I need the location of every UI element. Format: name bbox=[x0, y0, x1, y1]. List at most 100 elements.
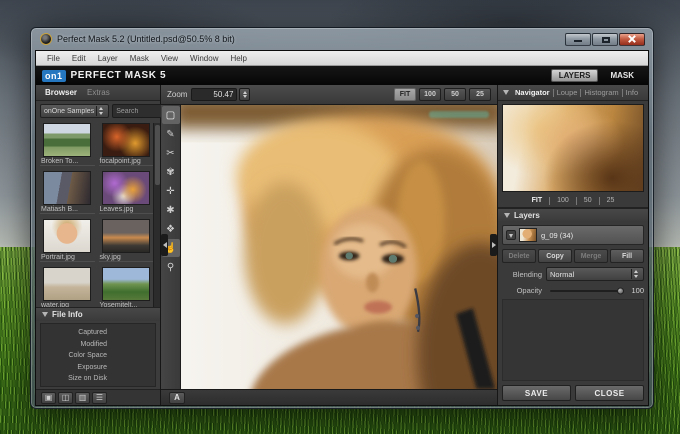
masking-brush-tool-icon[interactable]: ✾ bbox=[162, 163, 180, 181]
mask-mode-button[interactable]: MASK bbox=[606, 70, 638, 81]
thumbnail-label: Leaves.jpg bbox=[98, 205, 153, 214]
file-info-field: Modified bbox=[80, 340, 107, 348]
opacity-label: Opacity bbox=[516, 286, 542, 295]
tab-info[interactable]: Info bbox=[624, 88, 641, 97]
close-button[interactable] bbox=[619, 32, 645, 46]
layers-header[interactable]: Layers bbox=[498, 208, 648, 222]
disclosure-triangle-icon[interactable] bbox=[503, 90, 509, 95]
list-item[interactable]: focalpoint.jpg bbox=[98, 123, 153, 171]
thumbnail-image[interactable] bbox=[43, 267, 92, 301]
list-item[interactable]: sky.jpg bbox=[98, 219, 153, 267]
source-dropdown[interactable]: onOne Samples bbox=[40, 104, 110, 118]
navigator-header: Navigator Loupe Histogram Info bbox=[498, 85, 648, 101]
canvas-bottom-bar: A bbox=[161, 389, 497, 405]
file-info-field: Color Space bbox=[68, 352, 107, 359]
tab-extras[interactable]: Extras bbox=[84, 88, 113, 97]
three-column-view-icon[interactable]: ▥ bbox=[75, 391, 90, 404]
collapse-right-panel-handle[interactable] bbox=[490, 234, 497, 256]
menu-mask[interactable]: Mask bbox=[125, 54, 154, 63]
list-item[interactable]: Matiash B... bbox=[40, 171, 95, 219]
close-document-button[interactable]: CLOSE bbox=[575, 385, 644, 401]
keep-drop-brush-tool-icon[interactable]: ✂ bbox=[162, 144, 180, 162]
thumbnail-label: sky.jpg bbox=[98, 253, 153, 262]
blending-value: Normal bbox=[550, 269, 575, 279]
file-info-field: Captured bbox=[78, 329, 107, 336]
zoom-fit-button[interactable]: FIT bbox=[394, 88, 416, 101]
thumbnail-image[interactable] bbox=[101, 171, 150, 205]
zoom-tool-icon[interactable]: ⚲ bbox=[162, 258, 180, 276]
menu-file[interactable]: File bbox=[42, 54, 65, 63]
list-item[interactable]: Portrait.jpg bbox=[40, 219, 95, 267]
file-info-header[interactable]: File Info bbox=[36, 307, 160, 321]
canvas-toolbar: Zoom 50.47 FIT 100 50 25 bbox=[161, 85, 497, 105]
pen-tool-icon[interactable]: ✎ bbox=[162, 125, 180, 143]
desktop-background: Perfect Mask 5.2 (Untitled.psd@50.5% 8 b… bbox=[0, 0, 680, 434]
tab-loupe[interactable]: Loupe bbox=[555, 88, 580, 97]
zoom-value-field[interactable]: 50.47 bbox=[191, 88, 238, 101]
separator bbox=[549, 196, 551, 205]
layer-actions: Delete Copy Merge Fill bbox=[502, 249, 644, 263]
collapse-left-panel-handle[interactable] bbox=[161, 234, 168, 256]
single-view-icon[interactable]: ▣ bbox=[41, 391, 56, 404]
tab-histogram[interactable]: Histogram bbox=[582, 88, 620, 97]
menu-help[interactable]: Help bbox=[225, 54, 251, 63]
blending-label: Blending bbox=[512, 269, 542, 279]
fill-layer-button[interactable]: Fill bbox=[610, 249, 644, 263]
layer-expand-toggle[interactable] bbox=[506, 230, 516, 240]
tab-browser[interactable]: Browser bbox=[42, 88, 80, 97]
thumbnail-grid: Broken To... focalpoint.jpg Matiash B... bbox=[40, 123, 153, 310]
file-info-title: File Info bbox=[52, 310, 83, 319]
layers-panel-empty-area bbox=[502, 299, 644, 381]
thumbnail-scrollbar[interactable] bbox=[153, 123, 160, 307]
nav-fit-button[interactable]: FIT bbox=[530, 197, 545, 204]
thumbnail-image[interactable] bbox=[101, 267, 150, 301]
title-bar[interactable]: Perfect Mask 5.2 (Untitled.psd@50.5% 8 b… bbox=[35, 28, 649, 50]
thumbnail-image[interactable] bbox=[101, 123, 150, 157]
thumbnail-image[interactable] bbox=[43, 123, 92, 157]
zoom-label: Zoom bbox=[167, 90, 188, 99]
layer-row[interactable]: g_09 (34) bbox=[502, 225, 644, 245]
nav-25-button[interactable]: 25 bbox=[605, 197, 617, 204]
layers-mode-button[interactable]: LAYERS bbox=[550, 69, 599, 82]
nav-50-button[interactable]: 50 bbox=[582, 197, 594, 204]
list-item[interactable]: Leaves.jpg bbox=[98, 171, 153, 219]
minimize-button[interactable] bbox=[565, 32, 591, 46]
menu-bar: File Edit Layer Mask View Window Help bbox=[36, 51, 648, 66]
masking-bug-tool-icon[interactable]: ✛ bbox=[162, 182, 180, 200]
two-column-view-icon[interactable]: ◫ bbox=[58, 391, 73, 404]
photo-canvas[interactable] bbox=[181, 105, 497, 389]
save-button[interactable]: SAVE bbox=[502, 385, 571, 401]
annotation-button[interactable]: A bbox=[169, 391, 185, 404]
menu-view[interactable]: View bbox=[156, 54, 183, 63]
tab-navigator[interactable]: Navigator bbox=[513, 88, 552, 97]
zoom-100-button[interactable]: 100 bbox=[419, 88, 441, 101]
opacity-slider[interactable] bbox=[550, 287, 624, 294]
opacity-slider-knob[interactable] bbox=[617, 287, 624, 294]
maximize-button[interactable] bbox=[592, 32, 618, 46]
nav-100-button[interactable]: 100 bbox=[555, 197, 571, 204]
browser-panel: Browser Extras onOne Samples Search Brok… bbox=[36, 85, 212, 405]
thumbnail-image[interactable] bbox=[43, 171, 92, 205]
menu-edit[interactable]: Edit bbox=[67, 54, 91, 63]
scrollbar-thumb[interactable] bbox=[155, 125, 160, 185]
source-dropdown-value: onOne Samples bbox=[44, 107, 95, 115]
navigator-preview[interactable] bbox=[502, 104, 644, 192]
list-view-icon[interactable]: ☰ bbox=[92, 391, 107, 404]
app-name: PERFECT MASK 5 bbox=[70, 70, 167, 81]
menu-layer[interactable]: Layer bbox=[93, 54, 123, 63]
list-item[interactable]: Broken To... bbox=[40, 123, 95, 171]
merge-layer-button[interactable]: Merge bbox=[574, 249, 608, 263]
copy-layer-button[interactable]: Copy bbox=[538, 249, 572, 263]
menu-window[interactable]: Window bbox=[185, 54, 223, 63]
delete-layer-button[interactable]: Delete bbox=[502, 249, 536, 263]
thumbnail-label: Portrait.jpg bbox=[40, 253, 95, 262]
zoom-stepper-icon[interactable] bbox=[239, 88, 251, 101]
marquee-tool-icon[interactable]: ▢ bbox=[161, 106, 180, 124]
zoom-50-button[interactable]: 50 bbox=[444, 88, 466, 101]
thumbnail-image[interactable] bbox=[43, 219, 92, 253]
thumbnail-image[interactable] bbox=[101, 219, 150, 253]
disclosure-triangle-icon bbox=[504, 213, 510, 218]
zoom-25-button[interactable]: 25 bbox=[469, 88, 491, 101]
blending-dropdown[interactable]: Normal bbox=[546, 267, 644, 281]
magic-brush-tool-icon[interactable]: ✱ bbox=[162, 201, 180, 219]
